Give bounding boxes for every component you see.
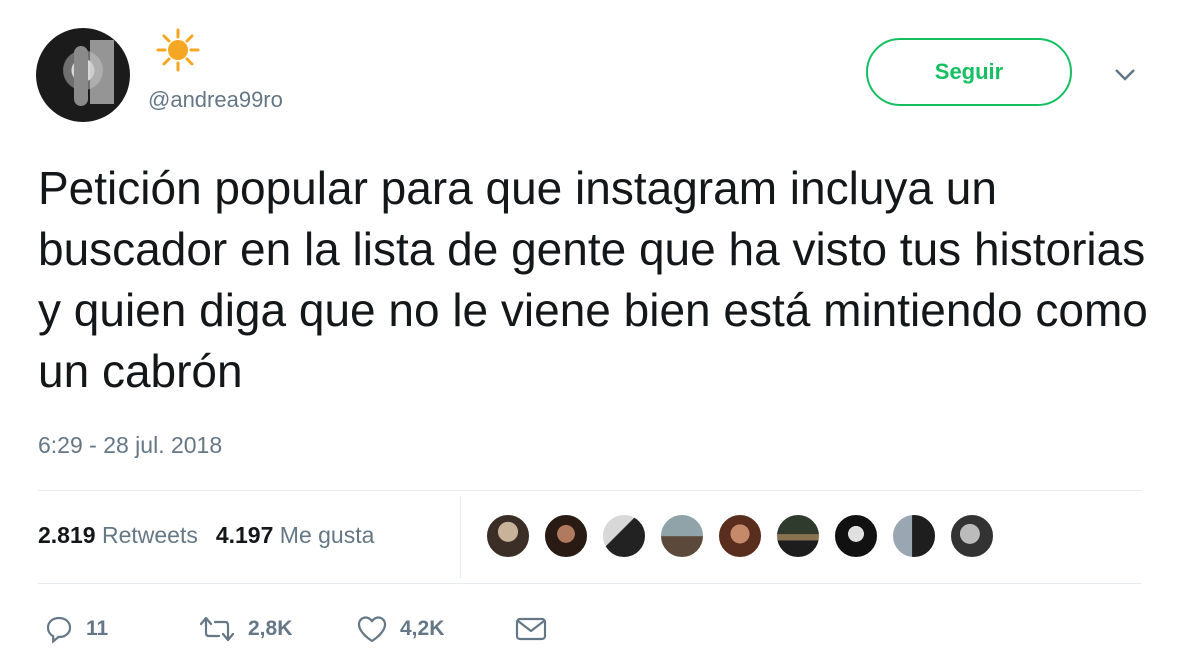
heart-icon — [357, 616, 387, 643]
message-action[interactable] — [514, 614, 560, 644]
follow-button[interactable]: Seguir — [866, 38, 1072, 106]
stats-separator — [460, 496, 461, 578]
retweets-stat[interactable]: 2.819 Retweets — [38, 522, 198, 549]
retweet-icon — [199, 616, 235, 642]
likes-label: Me gusta — [279, 522, 375, 548]
liker-avatar[interactable] — [949, 513, 995, 559]
liker-avatar[interactable] — [775, 513, 821, 559]
liker-avatar[interactable] — [485, 513, 531, 559]
tweet-actions: 11 2,8K 4,2K — [0, 614, 1200, 650]
like-count: 4,2K — [400, 617, 445, 640]
likes-count: 4.197 — [215, 522, 274, 548]
liker-avatar[interactable] — [543, 513, 589, 559]
liker-avatar[interactable] — [659, 513, 705, 559]
like-action[interactable]: 4,2K — [356, 614, 444, 644]
user-handle[interactable]: @andrea99ro — [148, 87, 283, 113]
star-icon — [156, 28, 200, 72]
retweet-count: 2,8K — [248, 617, 293, 640]
avatar[interactable] — [36, 28, 130, 122]
tweet-timestamp[interactable]: 6:29 - 28 jul. 2018 — [38, 432, 222, 459]
chevron-down-icon[interactable] — [1112, 64, 1138, 84]
retweet-action[interactable]: 2,8K — [198, 614, 292, 644]
likes-stat[interactable]: 4.197 Me gusta — [216, 522, 375, 549]
liker-avatars — [485, 513, 1007, 559]
liker-avatar[interactable] — [601, 513, 647, 559]
liker-avatar[interactable] — [717, 513, 763, 559]
retweets-label: Retweets — [101, 522, 198, 548]
reply-action[interactable]: 11 — [44, 614, 108, 644]
divider — [38, 490, 1142, 491]
liker-avatar[interactable] — [891, 513, 937, 559]
reply-icon — [46, 616, 72, 644]
retweets-count: 2.819 — [38, 522, 96, 548]
liker-avatar[interactable] — [833, 513, 879, 559]
message-icon — [515, 617, 547, 641]
divider — [38, 583, 1142, 584]
reply-count: 11 — [86, 617, 109, 640]
tweet-stats: 2.819 Retweets 4.197 Me gusta — [38, 522, 374, 549]
avatar-background — [90, 40, 114, 104]
tweet-text: Petición popular para que instagram incl… — [38, 162, 1148, 397]
avatar-figure — [74, 46, 88, 106]
